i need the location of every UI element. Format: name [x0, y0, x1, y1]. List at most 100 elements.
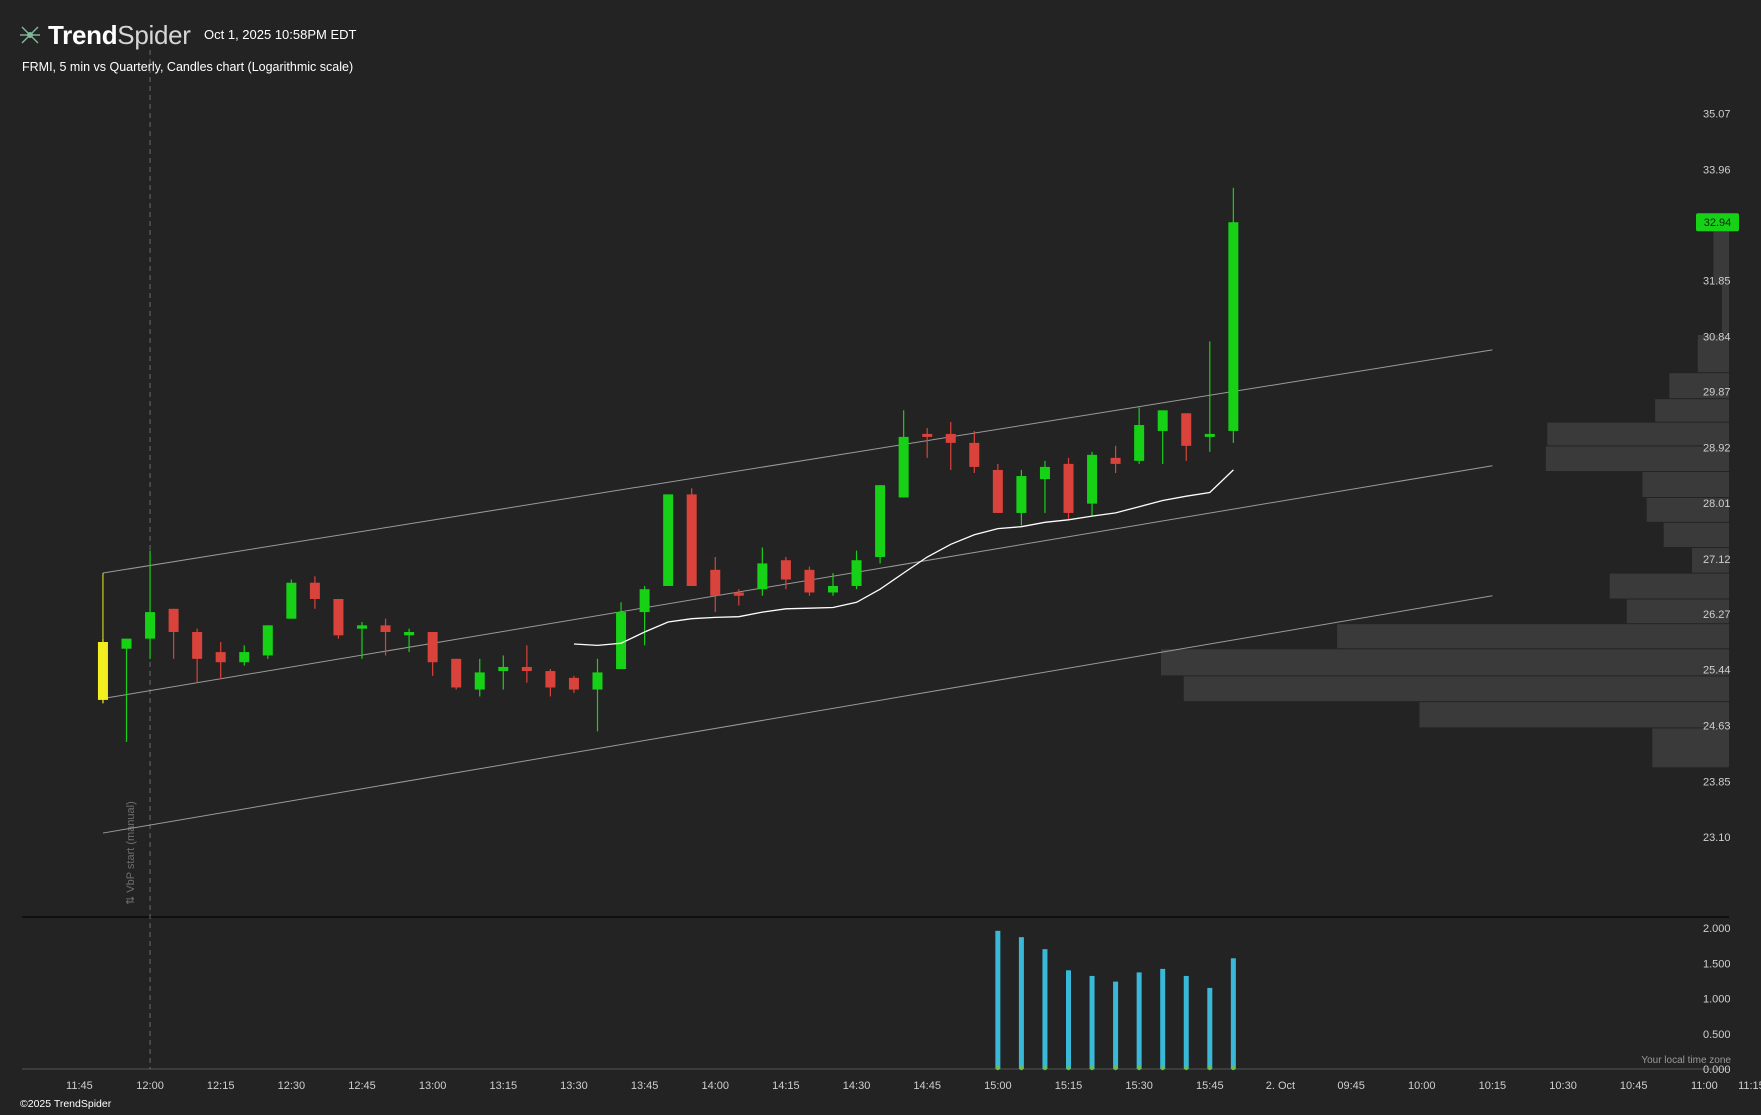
time-axis-label: 09:45 — [1337, 1080, 1365, 1092]
candle[interactable] — [262, 625, 273, 656]
candle[interactable] — [380, 625, 391, 632]
candle[interactable] — [686, 494, 697, 586]
candle[interactable] — [521, 666, 532, 672]
volume-bar[interactable] — [1066, 970, 1071, 1069]
time-axis-label: 12:45 — [348, 1080, 376, 1092]
price-axis-label: 33.96 — [1703, 164, 1731, 176]
volume-axis-label: 1.000 — [1703, 994, 1731, 1006]
volume-bar[interactable] — [1018, 937, 1024, 1069]
volume-profile-bar — [1652, 728, 1729, 768]
volume-dot — [1207, 1065, 1213, 1071]
time-axis-label: 13:00 — [419, 1080, 447, 1092]
volume-profile-bar — [1721, 283, 1729, 335]
candle[interactable] — [945, 433, 956, 443]
time-axis-label: 13:15 — [490, 1080, 518, 1092]
channel-upper-line — [102, 349, 1493, 574]
volume-profile-bar — [1642, 472, 1729, 498]
candle[interactable] — [404, 631, 415, 636]
candle[interactable] — [1110, 457, 1121, 464]
volume-axis-label: 1.500 — [1703, 958, 1731, 970]
time-axis-label: 15:00 — [984, 1080, 1012, 1092]
candle[interactable] — [851, 560, 862, 586]
time-axis-label: 10:00 — [1408, 1080, 1436, 1092]
channel-lower-line — [102, 595, 1493, 834]
candle[interactable] — [427, 631, 438, 663]
candle[interactable] — [545, 671, 556, 688]
time-axis-label: 10:45 — [1620, 1080, 1648, 1092]
volume-bar[interactable] — [995, 930, 1001, 1069]
candle[interactable] — [1016, 476, 1027, 513]
candle[interactable] — [1039, 466, 1050, 480]
candle[interactable] — [828, 585, 838, 593]
volume-profile-bar — [1655, 399, 1729, 422]
volume-axis-label: 0.000 — [1703, 1064, 1731, 1076]
candle[interactable] — [875, 485, 886, 558]
candle[interactable] — [922, 433, 933, 437]
candle[interactable] — [592, 672, 603, 690]
volume-bar[interactable] — [1042, 949, 1048, 1069]
time-axis-label: 14:30 — [843, 1080, 871, 1092]
candle[interactable] — [780, 560, 791, 580]
candle[interactable] — [639, 589, 650, 613]
candle[interactable] — [568, 677, 579, 690]
price-chart[interactable]: 35.07 33.96 31.85 30.84 29.87 28.92 28.01 27.12… — [0, 0, 1761, 1115]
candle[interactable] — [168, 608, 179, 632]
volume-bar[interactable] — [1113, 981, 1119, 1069]
volume-axis-label: 2.000 — [1703, 923, 1731, 935]
price-axis-label: 26.27 — [1703, 609, 1731, 621]
candle[interactable] — [757, 563, 768, 590]
volume-bar[interactable] — [1230, 958, 1236, 1069]
candle[interactable] — [710, 569, 721, 596]
time-axis-label: 14:00 — [701, 1080, 729, 1092]
volume-bar[interactable] — [1089, 975, 1095, 1069]
candle[interactable] — [1134, 425, 1145, 461]
volume-bar[interactable] — [1183, 975, 1189, 1069]
time-axis-label: 15:45 — [1196, 1080, 1224, 1092]
time-axis-label: 2. Oct — [1266, 1080, 1295, 1092]
price-axis-label: 23.85 — [1703, 776, 1731, 788]
candle[interactable] — [969, 442, 980, 467]
candle[interactable] — [357, 625, 367, 629]
volume-bar[interactable] — [1136, 972, 1142, 1069]
candle[interactable] — [804, 569, 815, 593]
volume-dot — [1089, 1065, 1095, 1071]
volume-profile-bar — [1547, 422, 1729, 446]
volume-dot — [1042, 1065, 1048, 1071]
candle[interactable] — [733, 592, 744, 596]
candle[interactable] — [286, 582, 297, 619]
candle[interactable] — [1228, 222, 1239, 431]
price-axis-label: 25.44 — [1703, 665, 1731, 677]
time-axis-label: 15:30 — [1125, 1080, 1153, 1092]
candle[interactable] — [1204, 433, 1215, 437]
candle[interactable] — [498, 666, 509, 672]
candle[interactable] — [192, 631, 203, 659]
candle[interactable] — [451, 658, 462, 688]
time-axis-label: 13:30 — [560, 1080, 588, 1092]
candle[interactable] — [239, 652, 250, 663]
volume-dot — [1184, 1065, 1189, 1071]
candle[interactable] — [474, 672, 485, 690]
candle[interactable] — [898, 436, 909, 498]
candle[interactable] — [992, 469, 1003, 513]
candle[interactable] — [309, 582, 320, 599]
candle[interactable] — [1157, 410, 1168, 431]
candle[interactable] — [1063, 463, 1074, 513]
time-axis-label: 14:45 — [913, 1080, 941, 1092]
price-axis-label: 28.01 — [1703, 498, 1731, 510]
candle[interactable] — [145, 612, 156, 639]
volume-profile-bar — [1545, 446, 1729, 472]
candle[interactable] — [1087, 454, 1098, 504]
candle[interactable] — [1181, 413, 1192, 446]
candle[interactable] — [616, 612, 627, 670]
volume-bar[interactable] — [1207, 987, 1213, 1069]
candle[interactable] — [97, 642, 108, 700]
candle[interactable] — [663, 494, 674, 586]
volume-bar[interactable] — [1160, 968, 1166, 1069]
candle[interactable] — [121, 638, 132, 649]
candle[interactable] — [215, 652, 226, 663]
volume-dot — [1136, 1065, 1142, 1071]
price-axis-label: 23.10 — [1703, 832, 1731, 844]
candle[interactable] — [333, 598, 344, 636]
price-axis-label: 31.85 — [1703, 276, 1731, 288]
time-axis-label: 12:30 — [278, 1080, 306, 1092]
